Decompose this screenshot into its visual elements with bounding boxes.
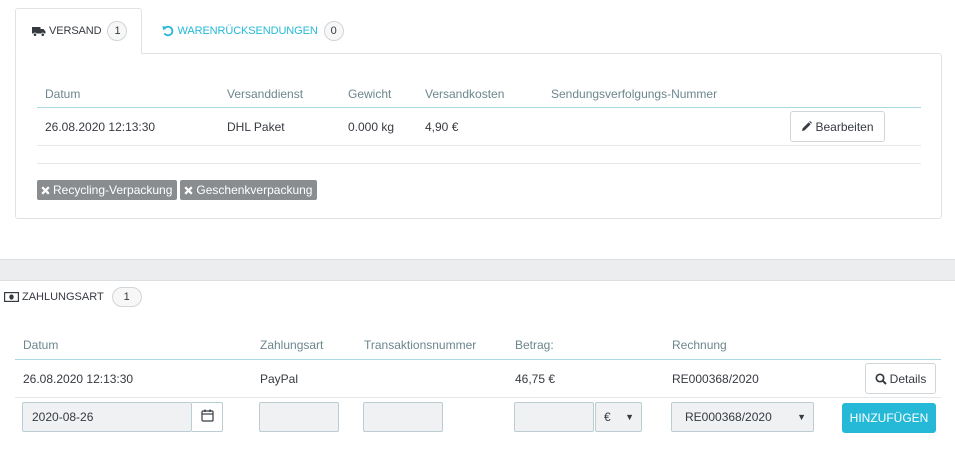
payment-table: Datum Zahlungsart Transaktionsnummer Bet… [15,331,941,438]
tag-gift-wrap-label: Geschenkverpackung [196,183,313,197]
shipping-table: Datum Versanddienst Gewicht Versandkoste… [37,80,921,146]
shipping-date: 26.08.2020 12:13:30 [45,119,156,134]
col-date: Datum [23,338,59,352]
transaction-id-input[interactable] [363,402,443,432]
close-icon [184,185,193,195]
money-icon [4,292,19,302]
table-row: 26.08.2020 12:13:30 DHL Paket 0.000 kg 4… [37,108,921,146]
tag-recycling-label: Recycling-Verpackung [53,183,173,197]
calendar-icon [200,409,214,425]
invoice-value: RE000368/2020 [685,410,772,424]
undo-icon [162,25,174,37]
payment-date-input[interactable]: 2020-08-26 [22,402,192,432]
payment-title: Zahlungsart [22,291,104,303]
add-payment-form: 2020-08-26 € ▼ RE000368/2020 ▼ Hinzufüge… [15,398,941,438]
shipping-weight: 0.000 kg [348,119,395,134]
col-tracking: Sendungsverfolgungs-Nummer [551,86,718,101]
amount-input[interactable] [514,402,594,432]
payment-count: 1 [111,287,142,307]
close-icon [41,185,50,195]
order-tags: Recycling-Verpackung Geschenkverpackung [37,180,318,200]
search-icon [875,372,887,385]
payment-method: PayPal [260,371,299,386]
shipping-panel: Datum Versanddienst Gewicht Versandkoste… [15,53,942,219]
col-weight: Gewicht [348,86,392,101]
edit-button[interactable]: Bearbeiten [790,111,885,142]
col-carrier: Versanddienst [227,86,304,101]
add-payment-button[interactable]: Hinzufügen [842,403,936,433]
tag-recycling: Recycling-Verpackung [37,180,178,200]
shipping-carrier: DHL Paket [227,119,285,134]
chevron-down-icon: ▼ [625,412,634,422]
section-separator [0,259,955,281]
payment-header: Zahlungsart 1 [4,286,142,308]
pencil-icon [801,121,813,132]
tag-gift-wrap: Geschenkverpackung [180,180,318,200]
payment-invoice: RE000368/2020 [672,371,759,386]
tab-returns-label: Warenrücksendungen [177,25,318,37]
chevron-down-icon: ▼ [797,412,806,422]
col-amount: Betrag: [515,338,554,352]
col-invoice: Rechnung [672,338,727,352]
payment-table-header: Datum Zahlungsart Transaktionsnummer Bet… [15,331,941,360]
col-cost: Versandkosten [425,86,505,101]
divider [37,163,921,164]
shipping-cost: 4,90 € [425,119,459,134]
edit-button-label: Bearbeiten [815,119,874,134]
col-transaction: Transaktionsnummer [364,338,477,352]
payment-date: 26.08.2020 12:13:30 [23,371,134,386]
table-row: 26.08.2020 12:13:30 PayPal 46,75 € RE000… [15,360,941,398]
tab-shipping-count: 1 [107,21,128,41]
payment-method-input[interactable] [259,402,339,432]
col-method: Zahlungsart [260,338,324,352]
payment-amount: 46,75 € [515,371,556,386]
details-button-label: Details [889,371,927,386]
currency-select[interactable]: € ▼ [595,402,642,432]
details-button[interactable]: Details [865,363,936,394]
tab-returns[interactable]: Warenrücksendungen 0 [142,8,357,54]
tab-shipping-label: Versand [49,25,102,37]
tab-returns-count: 0 [323,21,344,41]
shipping-tabs: Versand 1 Warenrücksendungen 0 [15,8,358,54]
col-date: Datum [45,86,81,101]
invoice-select[interactable]: RE000368/2020 ▼ [671,402,814,432]
shipping-table-header: Datum Versanddienst Gewicht Versandkoste… [37,80,921,108]
truck-icon [32,26,46,37]
tab-shipping[interactable]: Versand 1 [15,8,143,54]
currency-value: € [604,410,611,424]
calendar-button[interactable] [192,402,223,432]
